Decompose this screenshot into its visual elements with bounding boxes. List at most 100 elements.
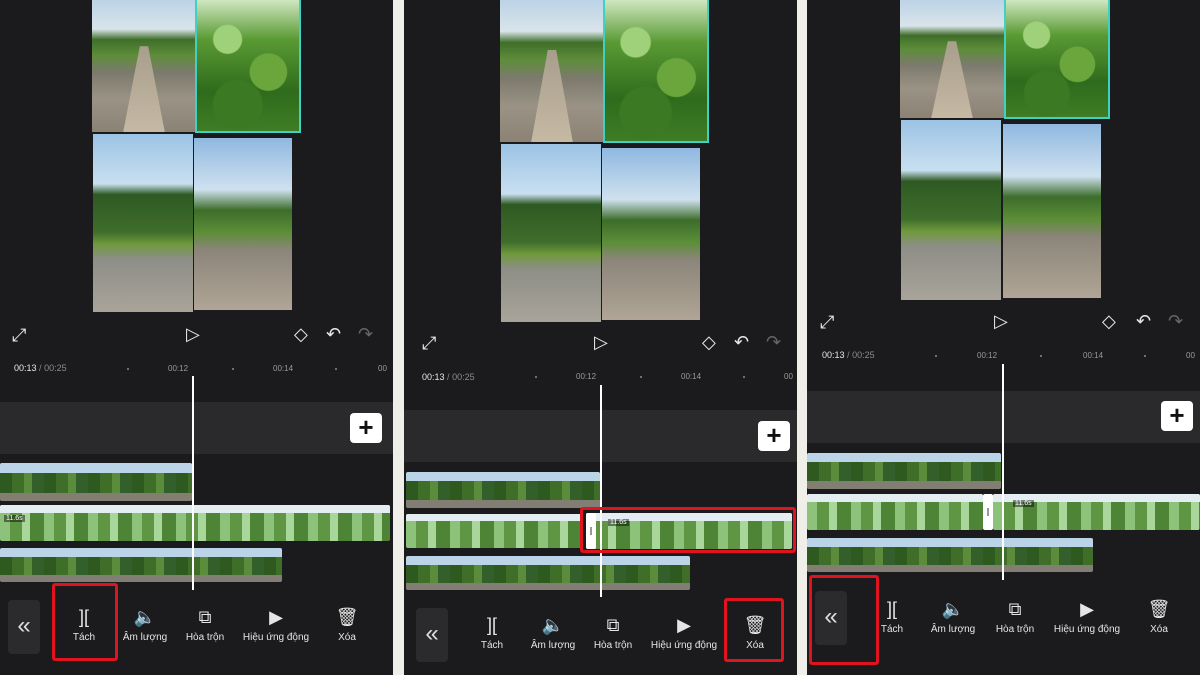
time-separator: / <box>39 363 42 373</box>
redo-icon[interactable]: ↷ <box>358 325 373 343</box>
animation-button[interactable]: ▶ Hiệu ứng động <box>644 614 724 651</box>
tick-label: 00:14 <box>1083 351 1104 360</box>
editor-panel-2: ⤢ ▷ ◇ ↶ ↷ 00:13 / 00:25 00:12 00:14 00 +… <box>404 0 797 675</box>
time-separator: / <box>447 372 450 382</box>
undo-icon[interactable]: ↶ <box>734 333 749 351</box>
tick-label: 00:12 <box>576 372 597 381</box>
tick-dot <box>127 368 129 370</box>
tool-label: Hiệu ứng động <box>1053 624 1121 635</box>
play-icon[interactable]: ▷ <box>186 325 200 343</box>
keyframe-icon[interactable]: ◇ <box>702 333 716 351</box>
timeline-clip[interactable] <box>807 494 983 530</box>
preview-photo-field <box>901 120 1001 300</box>
preview-photo-bush-selected[interactable] <box>603 0 709 143</box>
tick-dot <box>935 355 937 357</box>
play-icon[interactable]: ▷ <box>594 333 608 351</box>
editor-panel-1: ⤢ ▷ ◇ ↶ ↷ 00:13 / 00:25 00:12 00:14 00 +… <box>0 0 393 675</box>
playhead[interactable] <box>600 385 602 597</box>
keyframe-icon[interactable]: ◇ <box>294 325 308 343</box>
timeline-clip[interactable]: 11.6s <box>993 494 1200 530</box>
clip-duration: 11.6s <box>4 515 25 522</box>
tick-label: 00:12 <box>977 351 998 360</box>
back-button[interactable]: « <box>416 608 448 662</box>
tick-dot <box>232 368 234 370</box>
time-display: 00:13 / 00:25 <box>422 372 475 382</box>
blend-icon: ⧉ <box>1008 599 1022 619</box>
preview-photo-bush-selected[interactable] <box>1004 0 1110 119</box>
current-time: 00:13 <box>822 350 845 360</box>
current-time: 00:13 <box>14 363 37 373</box>
clip-trim-handle[interactable] <box>983 494 993 530</box>
add-clip-button[interactable]: + <box>350 413 382 443</box>
timeline-clip[interactable] <box>0 548 282 582</box>
tick-dot <box>535 376 537 378</box>
back-button[interactable]: « <box>8 600 40 654</box>
timeline-clip[interactable] <box>406 472 600 508</box>
tool-label: Hiệu ứng động <box>242 632 310 643</box>
fullscreen-icon[interactable]: ⤢ <box>12 326 26 344</box>
blend-button[interactable]: ⧉ Hòa trộn <box>573 614 653 651</box>
blend-button[interactable]: ⧉ Hòa trộn <box>975 598 1055 635</box>
tick-dot <box>335 368 337 370</box>
time-display: 00:13 / 00:25 <box>822 350 875 360</box>
blend-button[interactable]: ⧉ Hòa trộn <box>165 606 245 643</box>
editor-panel-3: ⤢ ▷ ◇ ↶ ↷ 00:13 / 00:25 00:12 00:14 00 +… <box>807 0 1200 675</box>
preview-photo-sky-road <box>194 138 292 310</box>
play-icon[interactable]: ▷ <box>994 312 1008 330</box>
time-display: 00:13 / 00:25 <box>14 363 67 373</box>
total-time: 00:25 <box>452 372 475 382</box>
add-track-area <box>0 402 393 454</box>
tool-label: Hòa trộn <box>185 632 225 643</box>
highlight-delete <box>724 598 784 662</box>
tick-dot <box>1144 355 1146 357</box>
delete-button[interactable]: 🗑 Xóa <box>1119 598 1199 635</box>
total-time: 00:25 <box>852 350 875 360</box>
preview-photo-road <box>900 0 1004 118</box>
add-clip-button[interactable]: + <box>1161 401 1193 431</box>
timeline-clip[interactable]: 11.6s <box>0 505 390 541</box>
tick-dot <box>640 376 642 378</box>
animation-icon: ▶ <box>269 607 283 627</box>
fullscreen-icon[interactable]: ⤢ <box>422 334 436 352</box>
trash-icon: 🗑 <box>335 607 359 627</box>
tool-label: Xóa <box>338 632 356 643</box>
delete-button[interactable]: 🗑 Xóa <box>307 606 387 643</box>
preview-photo-sky-road <box>602 148 700 320</box>
timeline-clip[interactable] <box>807 453 1001 489</box>
tool-label: Hòa trộn <box>593 640 633 651</box>
timeline-clip[interactable] <box>0 463 192 501</box>
redo-icon[interactable]: ↷ <box>766 333 781 351</box>
highlight-split <box>52 583 118 661</box>
preview-photo-road <box>500 0 604 142</box>
tick-label: 00 <box>1186 351 1195 360</box>
preview-photo-road <box>92 0 196 132</box>
tool-label: Hòa trộn <box>995 624 1035 635</box>
playhead[interactable] <box>1002 364 1004 580</box>
highlight-selected-clip <box>580 507 796 553</box>
timeline-clip[interactable] <box>406 556 690 590</box>
playhead[interactable] <box>192 376 194 590</box>
preview-photo-bush-selected[interactable] <box>195 0 301 133</box>
preview-photo-field <box>93 134 193 312</box>
undo-icon[interactable]: ↶ <box>1136 312 1151 330</box>
tick-label: 00:12 <box>168 364 189 373</box>
timeline-clip[interactable] <box>406 514 582 548</box>
tick-dot <box>743 376 745 378</box>
blend-icon: ⧉ <box>606 615 620 635</box>
tick-label: 00:14 <box>681 372 702 381</box>
tool-label: Hiệu ứng động <box>650 640 718 651</box>
undo-icon[interactable]: ↶ <box>326 325 341 343</box>
trash-icon: 🗑 <box>1147 599 1171 619</box>
animation-button[interactable]: ▶ Hiệu ứng động <box>1047 598 1127 635</box>
blend-icon: ⧉ <box>198 607 212 627</box>
fullscreen-icon[interactable]: ⤢ <box>820 313 834 331</box>
tick-label: 00 <box>378 364 387 373</box>
keyframe-icon[interactable]: ◇ <box>1102 312 1116 330</box>
redo-icon[interactable]: ↷ <box>1168 312 1183 330</box>
timeline-clip[interactable] <box>807 538 1093 572</box>
animation-button[interactable]: ▶ Hiệu ứng động <box>236 606 316 643</box>
animation-icon: ▶ <box>1080 599 1094 619</box>
preview-photo-field <box>501 144 601 322</box>
current-time: 00:13 <box>422 372 445 382</box>
add-clip-button[interactable]: + <box>758 421 790 451</box>
